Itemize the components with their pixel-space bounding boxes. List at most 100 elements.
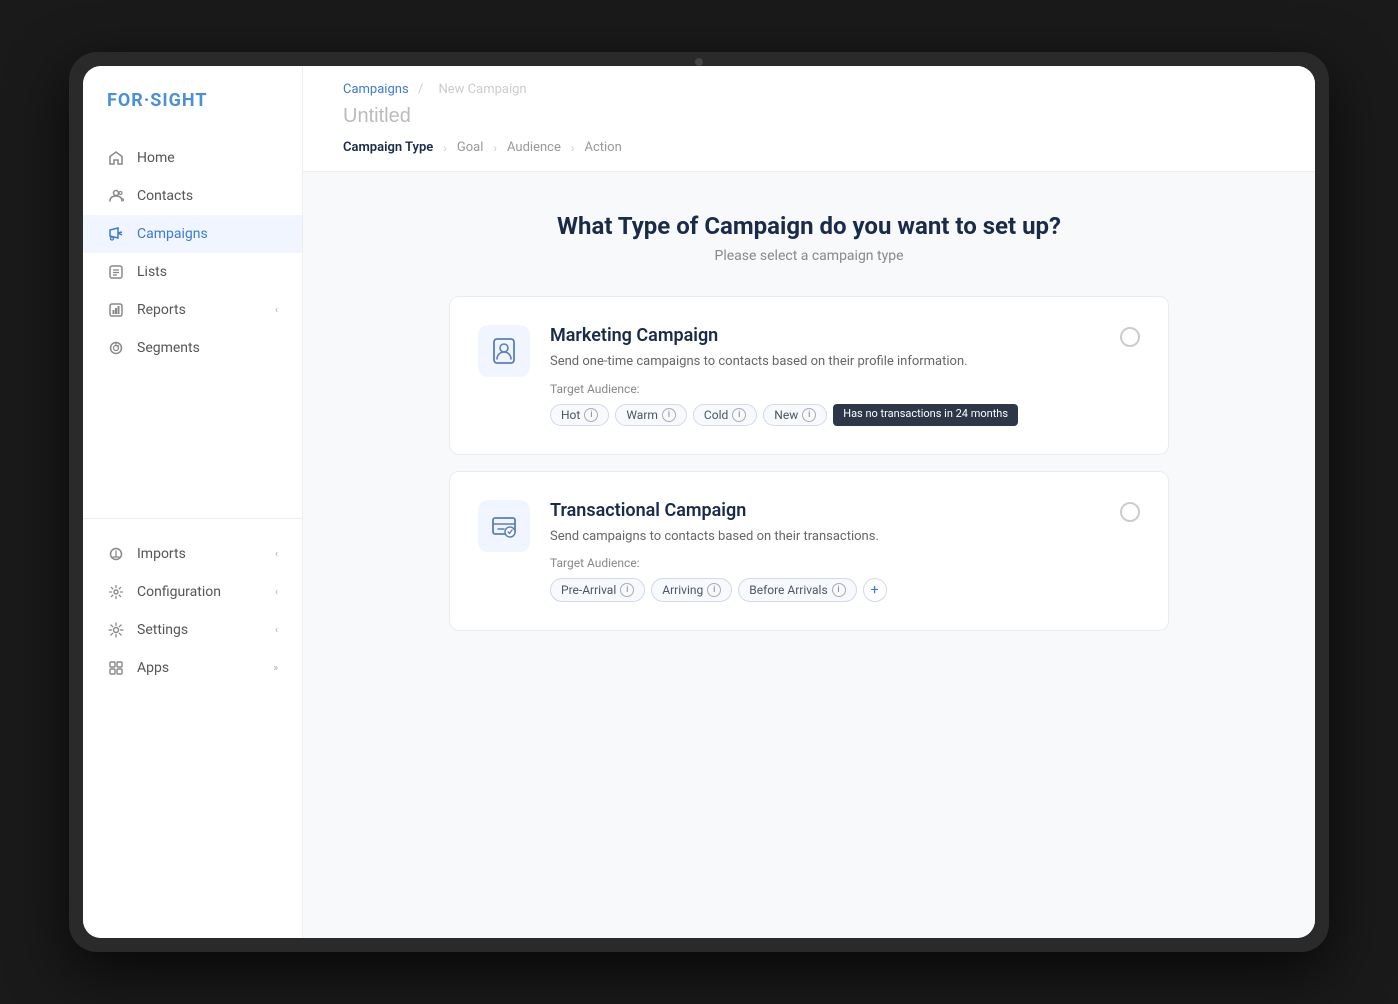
settings-icon — [107, 621, 125, 639]
tag-warm: Warm i — [615, 404, 687, 426]
tag-before-arrivals: Before Arrivals i — [738, 578, 856, 602]
segments-icon — [107, 339, 125, 357]
sidebar-item-apps[interactable]: Apps » — [83, 649, 302, 687]
tag-no-transactions: Has no transactions in 24 months — [833, 404, 1018, 426]
tag-hot-label: Hot — [561, 408, 580, 422]
step-goal[interactable]: Goal — [457, 140, 484, 155]
home-icon — [107, 149, 125, 167]
tag-cold: Cold i — [693, 404, 757, 426]
sidebar-item-contacts[interactable]: Contacts — [83, 177, 302, 215]
marketing-radio[interactable] — [1120, 327, 1140, 347]
sidebar-item-segments[interactable]: Segments — [83, 329, 302, 367]
lists-icon — [107, 263, 125, 281]
sidebar-item-lists[interactable]: Lists — [83, 253, 302, 291]
tag-before-arrivals-info[interactable]: i — [832, 583, 846, 597]
content-subtitle: Please select a campaign type — [715, 248, 904, 264]
sidebar-item-configuration[interactable]: Configuration ‹ — [83, 573, 302, 611]
transactional-target-label: Target Audience: — [550, 556, 1100, 570]
marketing-target-label: Target Audience: — [550, 382, 1100, 396]
tag-before-arrivals-label: Before Arrivals — [749, 583, 827, 597]
reports-icon — [107, 301, 125, 319]
tag-warm-info[interactable]: i — [662, 408, 676, 422]
tag-cold-info[interactable]: i — [732, 408, 746, 422]
step-arrow-3: › — [571, 141, 575, 155]
marketing-tags: Hot i Warm i Cold i — [550, 404, 1100, 426]
sidebar-label-lists: Lists — [137, 264, 167, 280]
marketing-card-body: Marketing Campaign Send one-time campaig… — [550, 325, 1100, 426]
transactional-icon-wrap — [478, 500, 530, 552]
transactional-campaign-card[interactable]: Transactional Campaign Send campaigns to… — [449, 471, 1169, 632]
settings-chevron: ‹ — [275, 625, 278, 636]
tag-pre-arrival-label: Pre-Arrival — [561, 583, 616, 597]
step-arrow-1: › — [443, 141, 447, 155]
sidebar-item-home[interactable]: Home — [83, 139, 302, 177]
step-arrow-2: › — [493, 141, 497, 155]
page-title-input[interactable] — [343, 105, 643, 128]
campaigns-icon — [107, 225, 125, 243]
configuration-chevron: ‹ — [275, 587, 278, 598]
breadcrumb: Campaigns / New Campaign — [343, 82, 1275, 97]
tag-arriving-info[interactable]: i — [707, 583, 721, 597]
marketing-card-title: Marketing Campaign — [550, 325, 1100, 346]
transactional-tags: Pre-Arrival i Arriving i Before Arrivals… — [550, 578, 1100, 602]
sidebar-label-settings: Settings — [137, 622, 188, 638]
camera-dot — [695, 58, 703, 66]
tag-pre-arrival: Pre-Arrival i — [550, 578, 645, 602]
imports-icon — [107, 545, 125, 563]
transactional-card-body: Transactional Campaign Send campaigns to… — [550, 500, 1100, 603]
tag-new: New i — [763, 404, 827, 426]
marketing-icon-wrap — [478, 325, 530, 377]
step-action[interactable]: Action — [584, 140, 621, 155]
sidebar-label-reports: Reports — [137, 302, 186, 318]
sidebar-label-segments: Segments — [137, 340, 200, 356]
breadcrumb-current: New Campaign — [439, 82, 527, 97]
step-campaign-type[interactable]: Campaign Type — [343, 140, 433, 155]
tag-hot: Hot i — [550, 404, 609, 426]
camera-area — [669, 58, 729, 66]
nav-section: Home Contacts — [83, 139, 302, 518]
tag-pre-arrival-info[interactable]: i — [620, 583, 634, 597]
transactional-radio[interactable] — [1120, 502, 1140, 522]
content-title: What Type of Campaign do you want to set… — [557, 212, 1061, 240]
sidebar-item-settings[interactable]: Settings ‹ — [83, 611, 302, 649]
steps-nav: Campaign Type › Goal › Audience › Action — [343, 140, 1275, 155]
tags-plus-button[interactable]: + — [863, 578, 887, 602]
sidebar-label-configuration: Configuration — [137, 584, 221, 600]
sidebar-label-contacts: Contacts — [137, 188, 193, 204]
sidebar: FOR·SIGHT Home — [83, 66, 303, 938]
step-audience[interactable]: Audience — [507, 140, 561, 155]
tag-cold-label: Cold — [704, 408, 728, 422]
marketing-card-desc: Send one-time campaigns to contacts base… — [550, 352, 1100, 372]
apps-icon — [107, 659, 125, 677]
breadcrumb-separator: / — [418, 82, 423, 97]
breadcrumb-parent[interactable]: Campaigns — [343, 82, 409, 97]
marketing-campaign-card[interactable]: Marketing Campaign Send one-time campaig… — [449, 296, 1169, 455]
sidebar-item-reports[interactable]: Reports ‹ — [83, 291, 302, 329]
reports-chevron: ‹ — [275, 305, 278, 316]
transactional-card-desc: Send campaigns to contacts based on thei… — [550, 527, 1100, 547]
apps-chevron: » — [273, 663, 278, 674]
tag-new-info[interactable]: i — [802, 408, 816, 422]
tag-hot-info[interactable]: i — [584, 408, 598, 422]
logo-for: FOR — [107, 90, 144, 111]
sidebar-label-apps: Apps — [137, 660, 169, 676]
sidebar-label-imports: Imports — [137, 546, 186, 562]
tag-arriving-label: Arriving — [662, 583, 703, 597]
topbar: Campaigns / New Campaign Campaign Type ›… — [303, 66, 1315, 172]
sidebar-bottom: Imports ‹ Configuration ‹ — [83, 518, 302, 914]
logo: FOR·SIGHT — [83, 90, 302, 139]
tag-arriving: Arriving i — [651, 578, 732, 602]
sidebar-label-home: Home — [137, 150, 175, 166]
sidebar-item-campaigns[interactable]: Campaigns — [83, 215, 302, 253]
device-inner: FOR·SIGHT Home — [83, 66, 1315, 938]
configuration-icon — [107, 583, 125, 601]
tag-new-label: New — [774, 408, 798, 422]
logo-sight: ·SIGHT — [144, 90, 208, 111]
sidebar-label-campaigns: Campaigns — [137, 226, 208, 242]
sidebar-item-imports[interactable]: Imports ‹ — [83, 535, 302, 573]
imports-chevron: ‹ — [275, 549, 278, 560]
device-frame: FOR·SIGHT Home — [69, 52, 1329, 952]
main-area: Campaigns / New Campaign Campaign Type ›… — [303, 66, 1315, 938]
content-area: What Type of Campaign do you want to set… — [303, 172, 1315, 938]
transactional-card-title: Transactional Campaign — [550, 500, 1100, 521]
